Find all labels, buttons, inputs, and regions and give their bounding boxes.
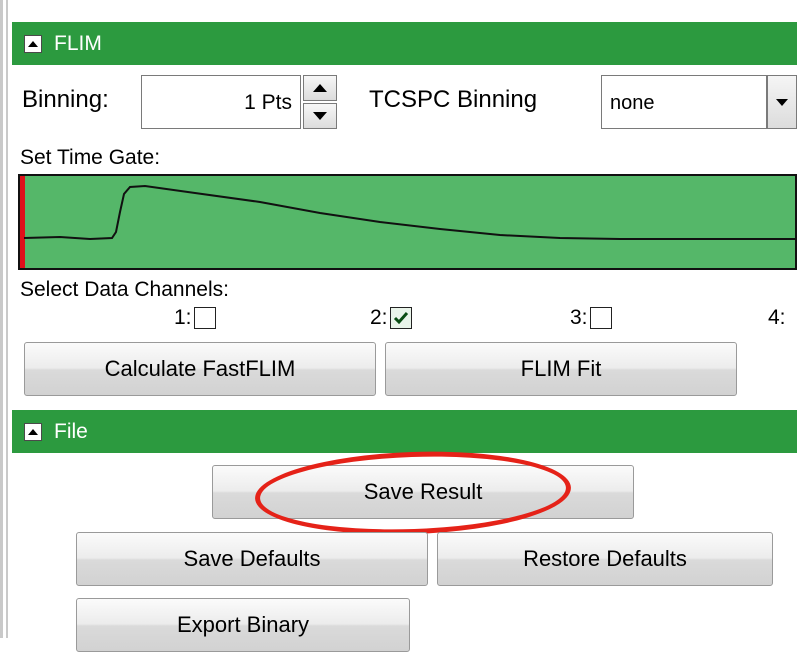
flim-section-title: FLIM — [54, 31, 102, 55]
triangle-up-icon — [28, 428, 38, 435]
panel-left-edge — [0, 0, 3, 638]
checkmark-icon — [393, 312, 408, 325]
file-collapse-button[interactable] — [24, 422, 42, 441]
time-gate-plot[interactable] — [18, 174, 797, 270]
tcspc-dropdown-button[interactable] — [767, 75, 797, 129]
export-binary-button[interactable]: Export Binary — [76, 598, 410, 652]
calculate-fastflim-button[interactable]: Calculate FastFLIM — [24, 342, 376, 396]
channel-1: 1: — [174, 306, 216, 330]
arrow-down-icon — [313, 112, 327, 120]
file-section-header: File — [12, 410, 797, 453]
channel-3-label: 3: — [570, 306, 588, 329]
flim-collapse-button[interactable] — [24, 34, 42, 53]
channel-2: 2: — [370, 306, 412, 330]
restore-defaults-button[interactable]: Restore Defaults — [437, 532, 773, 586]
triangle-up-icon — [28, 40, 38, 47]
tcspc-binning-label: TCSPC Binning — [369, 86, 538, 113]
panel-left-edge-inner — [6, 0, 8, 638]
channel-3-checkbox[interactable] — [589, 307, 612, 329]
channel-1-label: 1: — [174, 306, 192, 329]
flim-section-header: FLIM — [12, 22, 797, 65]
time-gate-label: Set Time Gate: — [20, 146, 161, 169]
channel-3: 3: — [570, 306, 612, 330]
save-defaults-button[interactable]: Save Defaults — [76, 532, 428, 586]
binning-spin-down[interactable] — [303, 103, 337, 129]
channel-2-checkbox[interactable] — [389, 307, 412, 329]
binning-label: Binning: — [22, 86, 109, 113]
channels-label: Select Data Channels: — [20, 278, 229, 301]
binning-input[interactable]: 1 Pts — [141, 75, 301, 129]
channel-1-checkbox[interactable] — [193, 307, 216, 329]
binning-spin-up[interactable] — [303, 75, 337, 101]
save-result-button[interactable]: Save Result — [212, 465, 634, 519]
channel-4: 4: — [768, 306, 786, 330]
flim-fit-button[interactable]: FLIM Fit — [385, 342, 737, 396]
decay-curve — [23, 184, 795, 241]
file-section-title: File — [54, 419, 88, 443]
tcspc-binning-select[interactable]: none — [601, 75, 767, 129]
channel-2-label: 2: — [370, 306, 388, 329]
chevron-down-icon — [776, 98, 788, 106]
channel-4-label: 4: — [768, 306, 786, 329]
arrow-up-icon — [313, 84, 327, 92]
